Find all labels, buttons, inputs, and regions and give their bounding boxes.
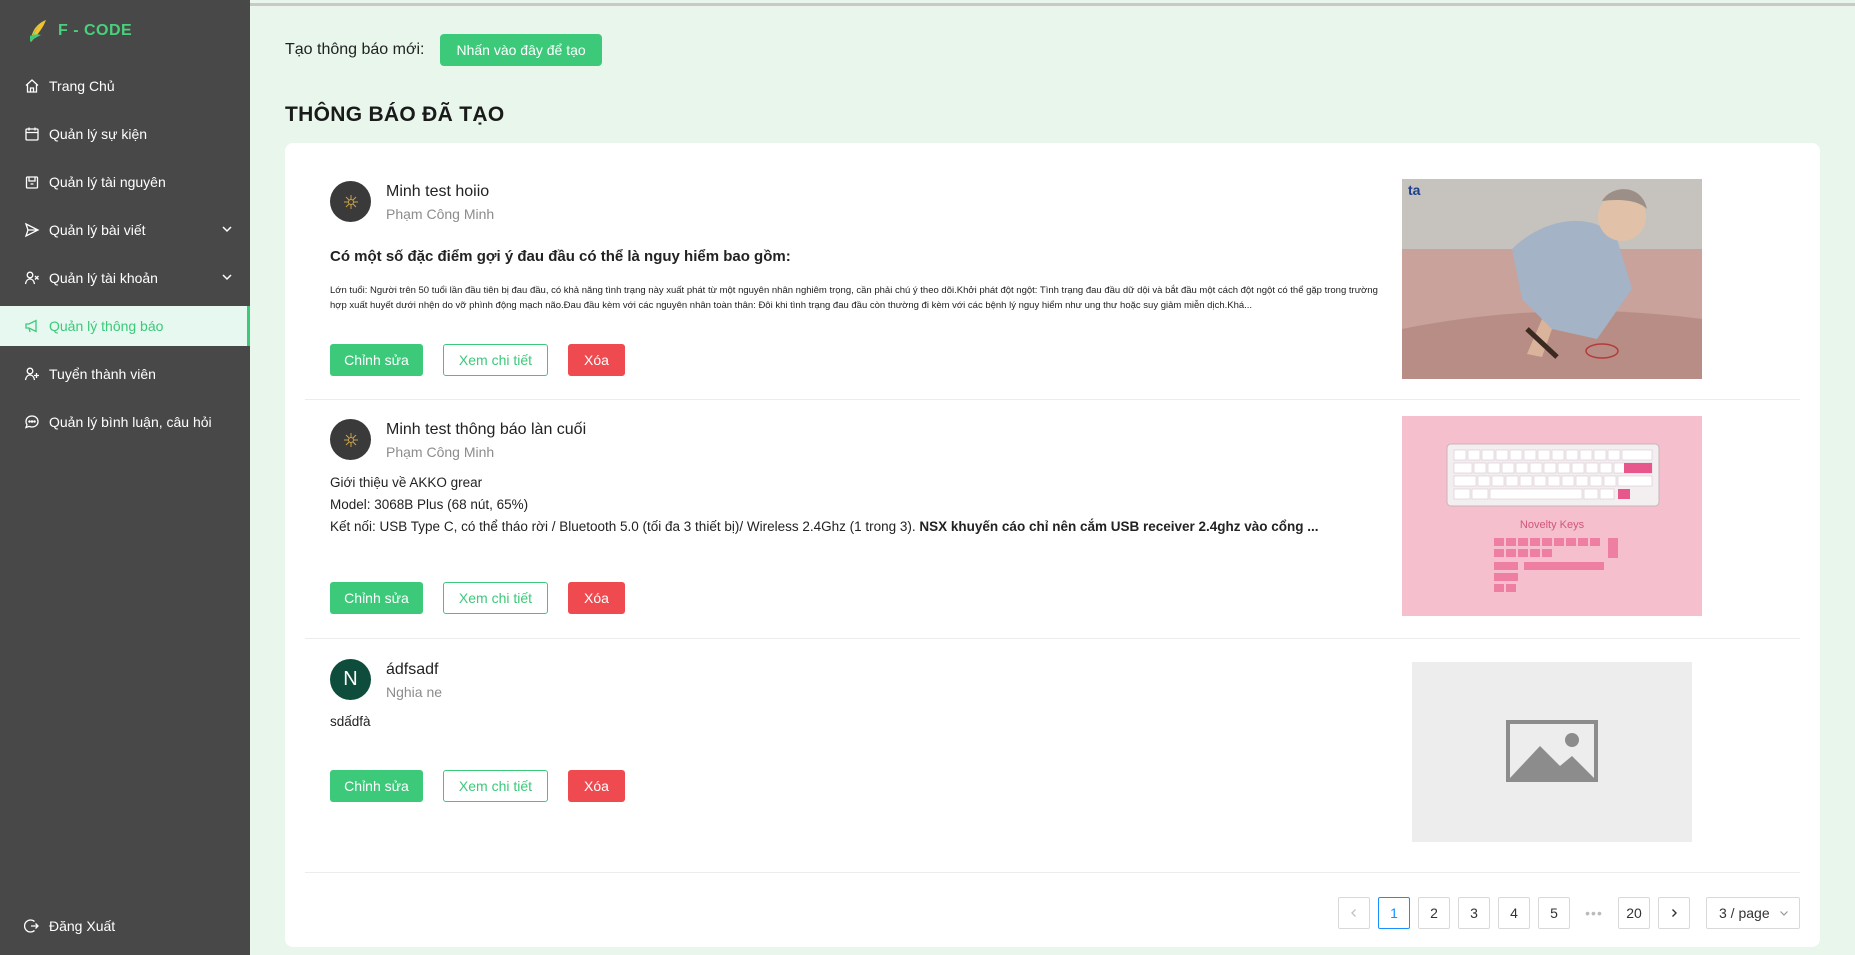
notification-author: Phạm Công Minh [386, 444, 495, 460]
page-button[interactable]: 3 [1458, 897, 1490, 929]
sidebar-item-label: Quản lý sự kiện [49, 126, 148, 142]
sidebar-item-posts[interactable]: Quản lý bài viết [0, 210, 250, 250]
create-notification-row: Tạo thông báo mới: Nhấn vào đây để tạo [285, 34, 602, 66]
chevron-down-icon[interactable] [220, 222, 234, 236]
chevron-down-icon[interactable] [220, 270, 234, 284]
content-lead: Có một số đặc điểm gợi ý đau đầu có thể … [330, 248, 791, 265]
home-icon [24, 78, 40, 94]
page-button[interactable]: 2 [1418, 897, 1450, 929]
sidebar-item-label: Quản lý tài khoản [49, 270, 158, 286]
page-size-value: 3 / page [1719, 905, 1770, 921]
content-line-text: Kết nối: USB Type C, có thể tháo rời / B… [330, 519, 920, 534]
edit-button[interactable]: Chỉnh sửa [330, 582, 423, 614]
prev-page-button[interactable] [1338, 897, 1370, 929]
page-size-select[interactable]: 3 / page [1706, 897, 1800, 929]
logout-icon [24, 918, 40, 934]
page-button[interactable]: 20 [1618, 897, 1650, 929]
app-logo[interactable]: F - CODE [28, 18, 132, 44]
sidebar: F - CODE Trang Chủ Quản lý sự kiện Quản … [0, 0, 250, 955]
chevron-right-icon [1672, 909, 1677, 917]
avatar [330, 419, 371, 460]
logo-text: F - CODE [58, 22, 133, 39]
calendar-icon [24, 126, 40, 142]
item-actions: Chỉnh sửa Xem chi tiết Xóa [330, 770, 625, 802]
top-divider [250, 3, 1855, 6]
edit-button[interactable]: Chỉnh sửa [330, 344, 423, 376]
delete-button[interactable]: Xóa [568, 770, 625, 802]
page-button[interactable]: 4 [1498, 897, 1530, 929]
send-icon [24, 222, 40, 238]
notification-author: Nghia ne [386, 684, 443, 700]
content-line: sdấdfà [330, 714, 371, 729]
delete-button[interactable]: Xóa [568, 344, 625, 376]
notification-title[interactable]: ádfsadf [386, 661, 438, 679]
sidebar-item-accounts[interactable]: Quản lý tài khoản [0, 258, 250, 298]
delete-button[interactable]: Xóa [568, 582, 625, 614]
chevron-down-icon [1780, 911, 1788, 916]
content-body: Lớn tuổi: Người trên 50 tuổi lần đầu tiê… [330, 285, 1378, 311]
sidebar-item-events[interactable]: Quản lý sự kiện [0, 114, 250, 154]
notification-author: Phạm Công Minh [386, 206, 495, 222]
sidebar-item-comments[interactable]: Quản lý bình luận, câu hỏi [0, 402, 250, 442]
next-page-button[interactable] [1658, 897, 1690, 929]
sidebar-nav: Trang Chủ Quản lý sự kiện Quản lý tài ng… [0, 66, 250, 450]
image-brand-text: Novelty Keys [1520, 519, 1585, 531]
avatar-logo-icon [343, 432, 358, 447]
notification-content: sdấdfà [330, 711, 1390, 733]
notification-title[interactable]: Minh test thông báo làn cuối [386, 421, 586, 439]
notification-content: Có một số đặc điểm gợi ý đau đầu có thể … [330, 248, 1390, 313]
view-detail-button[interactable]: Xem chi tiết [443, 770, 548, 802]
list-item: Minh test hoiio Phạm Công Minh Có một số… [305, 143, 1800, 400]
list-item: N ádfsadf Nghia ne sdấdfà Chỉnh sửa Xem … [305, 639, 1800, 873]
sidebar-item-label: Quản lý thông báo [49, 318, 164, 334]
image-brand-text: ta [1408, 182, 1421, 198]
image-placeholder [1412, 662, 1692, 842]
content-line-bold: NSX khuyến cáo chỉ nên cắm USB receiver … [919, 519, 1319, 534]
sidebar-item-notifications[interactable]: Quản lý thông báo [0, 306, 250, 346]
sidebar-item-recruit[interactable]: Tuyển thành viên [0, 354, 250, 394]
comment-icon [24, 414, 40, 430]
logout-label: Đăng Xuất [49, 918, 116, 934]
page-button[interactable]: 1 [1378, 897, 1410, 929]
sidebar-item-label: Trang Chủ [49, 78, 115, 94]
notification-image: ta [1402, 179, 1702, 379]
user-plus-icon [24, 366, 40, 382]
avatar-logo-icon [343, 194, 358, 209]
image-placeholder-icon [1506, 720, 1598, 782]
pagination: 1 2 3 4 5 ••• 20 3 / page [1338, 897, 1800, 929]
sidebar-item-resources[interactable]: Quản lý tài nguyên [0, 162, 250, 202]
create-label: Tạo thông báo mới: [285, 41, 425, 58]
notification-title[interactable]: Minh test hoiio [386, 183, 489, 201]
content-line: Giới thiệu về AKKO grear [330, 475, 483, 490]
notification-content: Giới thiệu về AKKO grear Model: 3068B Pl… [330, 472, 1390, 538]
sidebar-item-label: Quản lý bài viết [49, 222, 146, 238]
page-ellipsis[interactable]: ••• [1578, 897, 1610, 929]
notification-image: Novelty Keys [1402, 416, 1702, 616]
chevron-left-icon [1351, 909, 1356, 917]
users-icon [24, 270, 40, 286]
folder-icon [24, 174, 40, 190]
notification-list-card: Minh test hoiio Phạm Công Minh Có một số… [285, 143, 1820, 947]
page-title: THÔNG BÁO ĐÃ TẠO [285, 103, 505, 126]
create-notification-button[interactable]: Nhấn vào đây để tạo [440, 34, 602, 66]
item-actions: Chỉnh sửa Xem chi tiết Xóa [330, 344, 625, 376]
content-line: Kết nối: USB Type C, có thể tháo rời / B… [330, 516, 1390, 538]
avatar [330, 181, 371, 222]
view-detail-button[interactable]: Xem chi tiết [443, 582, 548, 614]
leaf-logo-icon [30, 20, 46, 42]
sidebar-item-label: Tuyển thành viên [49, 366, 156, 382]
item-actions: Chỉnh sửa Xem chi tiết Xóa [330, 582, 625, 614]
avatar: N [330, 659, 371, 700]
view-detail-button[interactable]: Xem chi tiết [443, 344, 548, 376]
page-button[interactable]: 5 [1538, 897, 1570, 929]
content-line: Model: 3068B Plus (68 nút, 65%) [330, 497, 529, 512]
sidebar-item-label: Quản lý tài nguyên [49, 174, 166, 190]
list-item: Minh test thông báo làn cuối Phạm Công M… [305, 400, 1800, 639]
sidebar-item-label: Quản lý bình luận, câu hỏi [49, 414, 212, 430]
logout-button[interactable]: Đăng Xuất [24, 918, 115, 934]
megaphone-icon [24, 318, 40, 334]
edit-button[interactable]: Chỉnh sửa [330, 770, 423, 802]
sidebar-item-home[interactable]: Trang Chủ [0, 66, 250, 106]
